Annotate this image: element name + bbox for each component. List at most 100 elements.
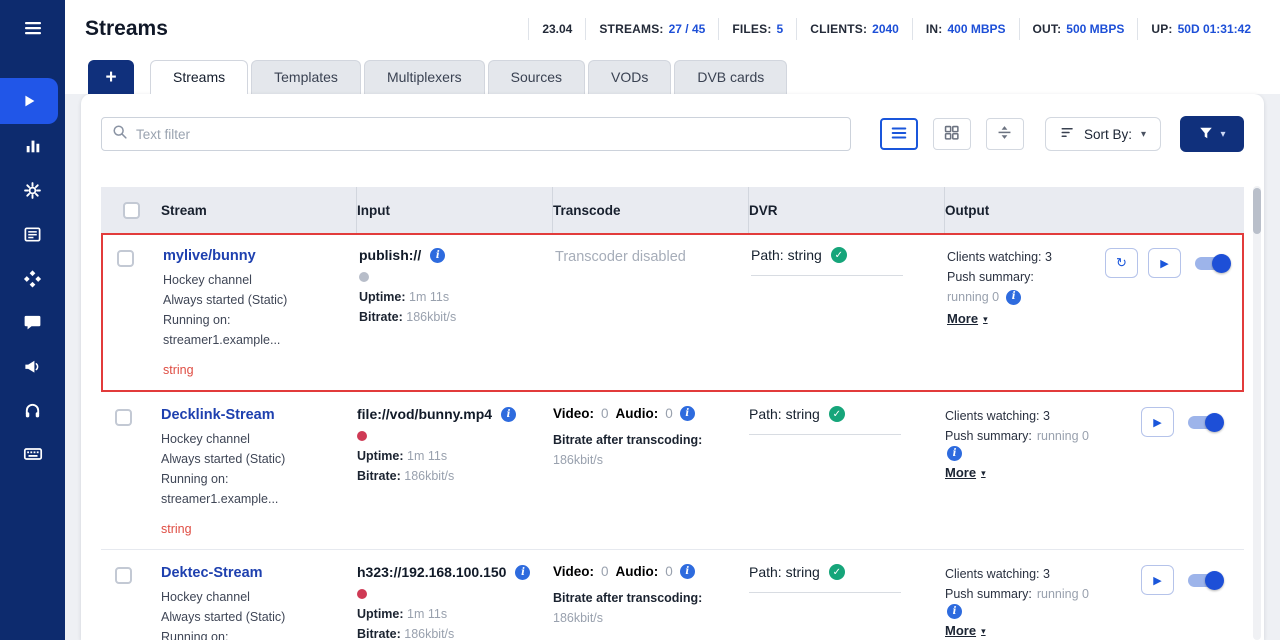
bitrate-label: Bitrate: — [359, 310, 403, 324]
modules-icon — [23, 269, 42, 288]
topbar: Streams 23.04 STREAMS: 27 / 45 FILES: 5 … — [65, 0, 1280, 58]
more-link[interactable]: More▾ — [947, 309, 988, 329]
tab-sources[interactable]: Sources — [488, 60, 585, 94]
stream-name-link[interactable]: Dektec-Stream — [161, 565, 263, 581]
stream-name-link[interactable]: mylive/bunny — [163, 248, 256, 264]
chevron-down-icon: ▾ — [981, 621, 986, 640]
app-root: Streams 23.04 STREAMS: 27 / 45 FILES: 5 … — [0, 0, 1280, 640]
info-icon[interactable]: i — [947, 446, 962, 461]
sidebar-item-modules[interactable] — [0, 256, 65, 300]
clients-watching: Clients watching: 3 — [947, 247, 1105, 267]
scrollbar-thumb[interactable] — [1253, 188, 1261, 234]
sidebar-item-streams[interactable] — [0, 78, 58, 124]
video-label: Video: — [553, 406, 594, 421]
info-icon[interactable]: i — [947, 604, 962, 619]
info-icon[interactable]: i — [430, 248, 445, 263]
stream-tag: string — [161, 519, 341, 539]
content-panel: Sort By: ▾ ▾ Stream Input Transcode DVR — [81, 94, 1264, 640]
tab-templates[interactable]: Templates — [251, 60, 361, 94]
row-checkbox[interactable] — [117, 250, 134, 267]
push-summary-value: running 0 — [1037, 426, 1089, 446]
tab-streams[interactable]: Streams — [150, 60, 248, 94]
expand-rows-icon — [996, 124, 1013, 144]
main-area: Streams 23.04 STREAMS: 27 / 45 FILES: 5 … — [65, 0, 1280, 640]
info-icon[interactable]: i — [680, 564, 695, 579]
table-scrollbar[interactable] — [1253, 186, 1261, 640]
filter-button[interactable]: ▾ — [1180, 116, 1244, 152]
dvr-ok-icon: ✓ — [829, 406, 845, 422]
list-view-button[interactable] — [880, 118, 918, 150]
stream-running-on: Running on: streamer1.example... — [163, 310, 343, 350]
chevron-down-icon: ▾ — [1141, 129, 1146, 140]
sidebar-item-chat[interactable] — [0, 300, 65, 344]
sidebar-item-news[interactable] — [0, 212, 65, 256]
uptime-value: 1m 11s — [407, 607, 447, 621]
info-icon[interactable]: i — [501, 407, 516, 422]
sidebar-item-settings[interactable] — [0, 168, 65, 212]
stream-mode: Always started (Static) — [163, 290, 343, 310]
audio-label: Audio: — [616, 406, 659, 421]
stream-enabled-toggle[interactable] — [1188, 574, 1222, 587]
info-icon[interactable]: i — [680, 406, 695, 421]
push-summary-label: Push summary: — [945, 584, 1032, 604]
stat-files: FILES: 5 — [718, 18, 796, 40]
text-filter-box — [101, 117, 851, 151]
push-summary-label: Push summary: — [945, 426, 1032, 446]
transcoder-disabled-text: Transcoder disabled — [555, 247, 735, 265]
clients-watching: Clients watching: 3 — [945, 406, 1103, 426]
grid-view-button[interactable] — [933, 118, 971, 150]
sidebar-item-support[interactable] — [0, 388, 65, 432]
play-preview-button[interactable]: ▶ — [1148, 248, 1181, 278]
push-summary-value: running 0 — [947, 287, 999, 307]
col-header-output: Output — [945, 187, 1244, 233]
stream-mode: Always started (Static) — [161, 607, 341, 627]
restart-stream-button[interactable]: ↻ — [1105, 248, 1138, 278]
info-icon[interactable]: i — [1006, 290, 1021, 305]
megaphone-icon — [23, 357, 42, 376]
more-link[interactable]: More▾ — [945, 463, 986, 483]
uptime-value: 1m 11s — [409, 290, 449, 304]
menu-button[interactable] — [0, 0, 65, 56]
stream-name-link[interactable]: Decklink-Stream — [161, 407, 275, 423]
more-link[interactable]: More▾ — [945, 621, 986, 640]
sidebar — [0, 0, 65, 640]
transcode-bitrate-label: Bitrate after transcoding: — [553, 591, 702, 605]
sidebar-item-hotkeys[interactable] — [0, 432, 65, 476]
refresh-icon: ↻ — [1116, 255, 1127, 271]
stream-enabled-toggle[interactable] — [1188, 416, 1222, 429]
chat-icon — [23, 313, 42, 332]
stat-out: OUT: 500 MBPS — [1019, 18, 1138, 40]
dvr-path: Path: string — [749, 406, 820, 422]
sidebar-item-statistics[interactable] — [0, 124, 65, 168]
audio-count: 0 — [665, 564, 673, 579]
stream-enabled-toggle[interactable] — [1195, 257, 1229, 270]
row-height-button[interactable] — [986, 118, 1024, 150]
add-stream-button[interactable]: + — [88, 60, 134, 94]
stat-streams: STREAMS: 27 / 45 — [585, 18, 718, 40]
sidebar-item-announcements[interactable] — [0, 344, 65, 388]
bitrate-value: 186kbit/s — [404, 627, 454, 640]
play-preview-button[interactable]: ▶ — [1141, 407, 1174, 437]
stream-description: Hockey channel — [161, 587, 341, 607]
row-checkbox[interactable] — [115, 567, 132, 584]
push-summary-label: Push summary: — [947, 267, 1034, 287]
row-checkbox[interactable] — [115, 409, 132, 426]
video-label: Video: — [553, 564, 594, 579]
sort-by-label: Sort By: — [1084, 127, 1132, 142]
bitrate-label: Bitrate: — [357, 469, 401, 483]
dvr-ok-icon: ✓ — [829, 564, 845, 580]
tab-multiplexers[interactable]: Multiplexers — [364, 60, 485, 94]
info-icon[interactable]: i — [515, 565, 530, 580]
toggle-knob — [1205, 571, 1224, 590]
chevron-down-icon: ▾ — [981, 463, 986, 483]
play-preview-button[interactable]: ▶ — [1141, 565, 1174, 595]
input-url: h323://192.168.100.150 — [357, 564, 506, 580]
tab-vods[interactable]: VODs — [588, 60, 671, 94]
tab-dvb-cards[interactable]: DVB cards — [674, 60, 787, 94]
select-all-checkbox[interactable] — [123, 202, 140, 219]
sort-by-button[interactable]: Sort By: ▾ — [1045, 117, 1161, 151]
dvr-path: Path: string — [749, 564, 820, 580]
tabstrip: + Streams Templates Multiplexers Sources… — [65, 58, 1280, 94]
text-filter-input[interactable] — [136, 127, 840, 142]
play-icon: ▶ — [1153, 574, 1161, 587]
